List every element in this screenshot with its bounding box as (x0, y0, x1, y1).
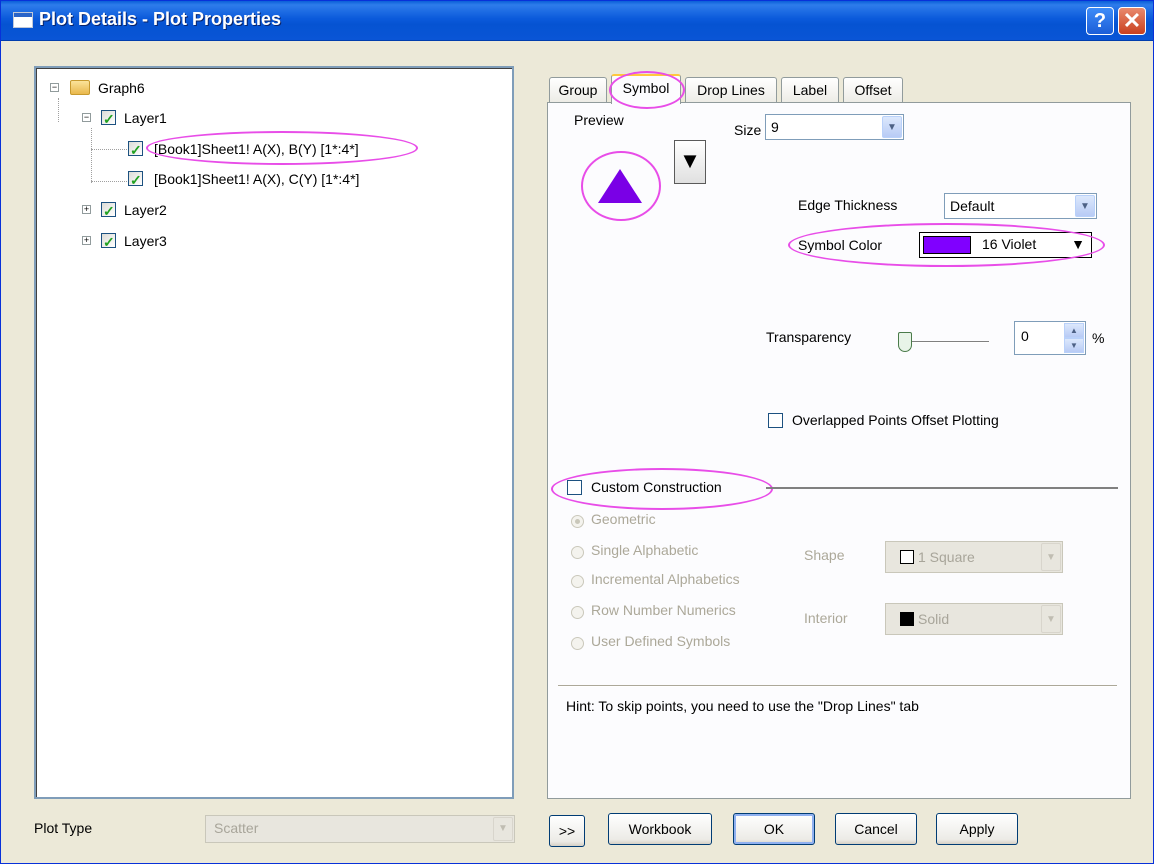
spin-buttons[interactable]: ▲ ▼ (1064, 323, 1084, 353)
transparency-slider-track[interactable] (907, 341, 989, 343)
incremental-alpha-radio[interactable] (571, 575, 584, 588)
overlapped-checkbox[interactable] (768, 413, 783, 428)
layer1-checkbox[interactable] (101, 108, 116, 130)
transparency-label: Transparency (766, 329, 852, 345)
expand-button[interactable]: >> (549, 815, 585, 847)
collapse-icon[interactable]: − (50, 83, 59, 92)
interior-label: Interior (804, 610, 848, 626)
transparency-spinbox[interactable]: 0 ▲ ▼ (1014, 321, 1086, 355)
tree-node-label: Layer2 (124, 202, 167, 218)
plot-type-label: Plot Type (34, 820, 93, 836)
incremental-alpha-label: Incremental Alphabetics (591, 571, 740, 587)
solid-fill-icon (900, 612, 914, 626)
chevron-down-icon[interactable]: ▼ (1041, 605, 1061, 633)
edge-thickness-combo[interactable]: Default ▼ (944, 193, 1097, 219)
workbook-button[interactable]: Workbook (608, 813, 712, 845)
tree-connector (91, 149, 127, 150)
tree-node-label: Graph6 (98, 80, 145, 96)
symbol-preview-triangle (598, 169, 642, 203)
size-value: 9 (771, 119, 779, 135)
tree-node-label: Layer3 (124, 233, 167, 249)
plot2-checkbox[interactable] (128, 169, 143, 191)
tab-offset[interactable]: Offset (843, 77, 903, 103)
tab-drop-lines[interactable]: Drop Lines (685, 77, 777, 103)
spin-up-icon[interactable]: ▲ (1064, 323, 1084, 338)
tree-node-label: [Book1]Sheet1! A(X), B(Y) [1*:4*] (154, 141, 359, 157)
chevron-down-icon[interactable]: ▼ (1075, 195, 1095, 217)
custom-construction-label: Custom Construction (591, 479, 722, 495)
tree-node-label: [Book1]Sheet1! A(X), C(Y) [1*:4*] (154, 171, 360, 187)
tab-label[interactable]: Label (781, 77, 839, 103)
edge-thickness-value: Default (950, 198, 995, 214)
close-button[interactable]: ✕ (1118, 7, 1146, 35)
shape-label: Shape (804, 547, 845, 563)
row-number-label: Row Number Numerics (591, 602, 736, 618)
symbol-gallery-button[interactable]: ▼ (674, 140, 706, 184)
tree-connector (91, 181, 127, 182)
interior-value: Solid (918, 611, 950, 627)
folder-icon (70, 80, 90, 95)
tree-connector (91, 128, 92, 183)
layer2-checkbox[interactable] (101, 200, 116, 222)
single-alpha-label: Single Alphabetic (591, 542, 699, 558)
title-bar[interactable]: Plot Details - Plot Properties ? ✕ (1, 1, 1153, 41)
ok-button[interactable]: OK (733, 813, 815, 845)
symbol-color-value: 16 Violet (982, 236, 1037, 252)
row-number-radio[interactable] (571, 606, 584, 619)
user-defined-radio[interactable] (571, 637, 584, 650)
symbol-color-combo[interactable]: 16 Violet ▼ (919, 232, 1092, 258)
tab-symbol[interactable]: Symbol (611, 74, 681, 104)
layer3-checkbox[interactable] (101, 231, 116, 253)
collapse-icon[interactable]: − (82, 113, 91, 122)
section-divider (766, 487, 1118, 489)
plot-details-dialog: Plot Details - Plot Properties ? ✕ − Gra… (0, 0, 1154, 864)
transparency-value: 0 (1021, 328, 1029, 344)
interior-combo[interactable]: Solid ▼ (885, 603, 1063, 635)
color-swatch (923, 236, 971, 254)
transparency-slider-thumb[interactable] (898, 332, 912, 352)
plot-tree-panel: − Graph6 − Layer1 [Book1]Sheet1! A(X), B… (34, 66, 514, 799)
size-label: Size (734, 122, 762, 138)
shape-combo[interactable]: 1 Square ▼ (885, 541, 1063, 573)
geometric-label: Geometric (591, 511, 656, 527)
plot-type-value: Scatter (214, 820, 259, 836)
help-button[interactable]: ? (1086, 7, 1114, 35)
plot1-checkbox[interactable] (128, 139, 143, 161)
expand-icon[interactable]: + (82, 205, 91, 214)
tab-group[interactable]: Group (549, 77, 607, 103)
user-defined-label: User Defined Symbols (591, 633, 731, 649)
size-combo[interactable]: 9 ▼ (765, 114, 904, 140)
tree-node-label: Layer1 (124, 110, 167, 126)
hint-text: Hint: To skip points, you need to use th… (566, 698, 919, 714)
preview-label: Preview (574, 112, 624, 128)
overlapped-label: Overlapped Points Offset Plotting (792, 412, 999, 428)
percent-label: % (1092, 330, 1105, 346)
square-shape-icon (900, 550, 914, 564)
custom-construction-checkbox[interactable] (567, 480, 582, 495)
window-icon (13, 12, 33, 28)
apply-button[interactable]: Apply (936, 813, 1018, 845)
chevron-down-icon[interactable]: ▼ (1041, 543, 1061, 571)
plot-type-combo[interactable]: Scatter ▼ (205, 815, 515, 843)
tree-connector (58, 98, 59, 122)
chevron-down-icon[interactable]: ▼ (1071, 236, 1085, 252)
chevron-down-icon[interactable]: ▼ (882, 116, 902, 138)
single-alpha-radio[interactable] (571, 546, 584, 559)
symbol-color-label: Symbol Color (798, 237, 883, 253)
geometric-radio[interactable] (571, 515, 584, 528)
expand-icon[interactable]: + (82, 236, 91, 245)
hint-divider (558, 685, 1117, 687)
chevron-down-icon[interactable]: ▼ (493, 817, 513, 841)
spin-down-icon[interactable]: ▼ (1064, 338, 1084, 353)
edge-thickness-label: Edge Thickness (798, 197, 898, 213)
window-title: Plot Details - Plot Properties (39, 9, 282, 29)
cancel-button[interactable]: Cancel (835, 813, 917, 845)
shape-value: 1 Square (918, 549, 975, 565)
